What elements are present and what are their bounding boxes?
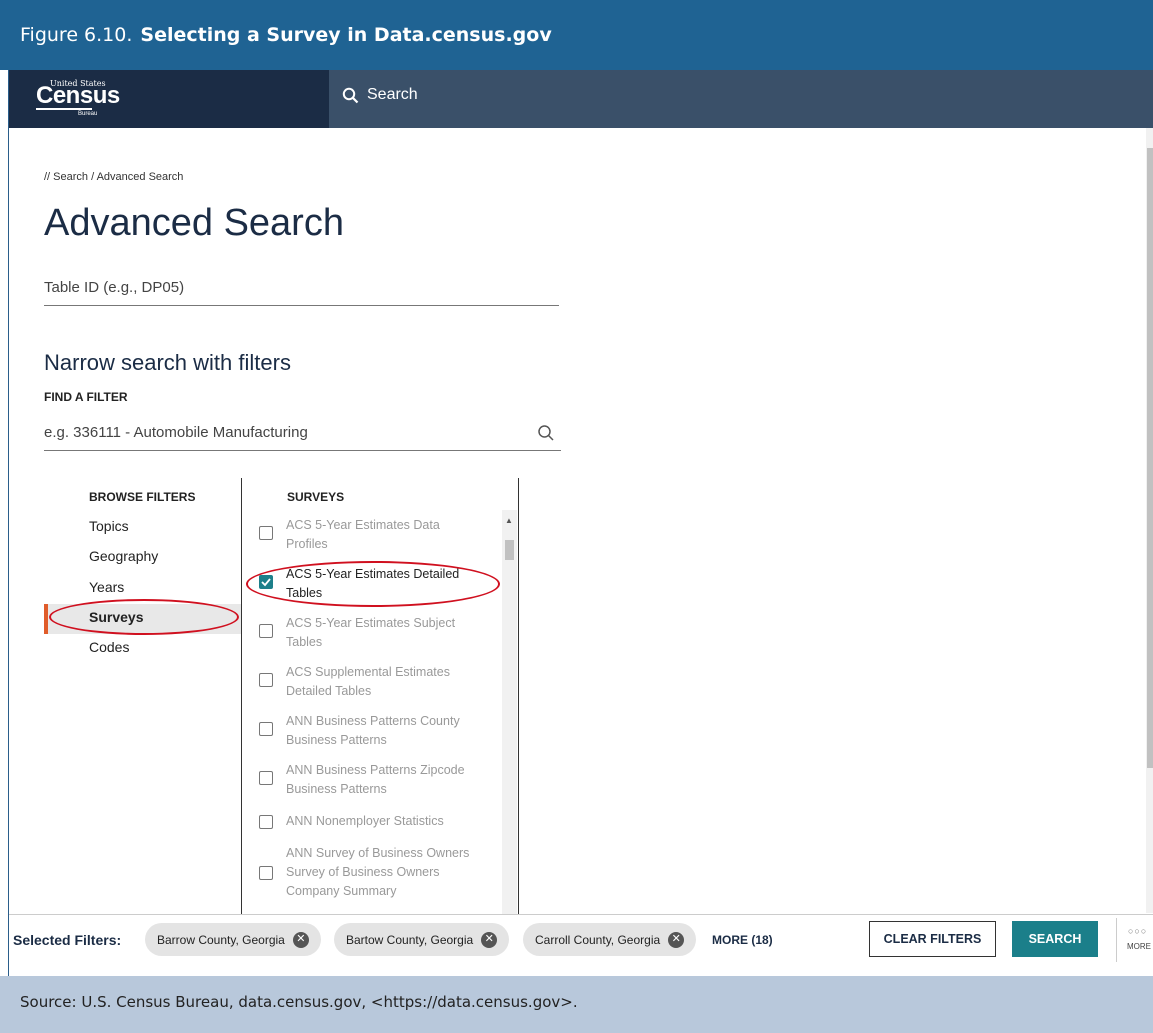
more-menu-label: MORE [1127,942,1151,951]
checkbox[interactable] [259,815,273,829]
breadcrumb[interactable]: // Search / Advanced Search [44,171,183,183]
checkbox[interactable] [259,866,273,880]
checkbox[interactable] [259,722,273,736]
checkbox[interactable] [259,673,273,687]
nav-search-button[interactable]: Search [342,86,418,104]
checkbox[interactable] [259,526,273,540]
survey-label: ANN Business Patterns Zipcode Business P… [286,763,465,796]
filter-chip[interactable]: Carroll County, Georgia ✕ [523,923,697,956]
table-id-input[interactable]: Table ID (e.g., DP05) [44,279,559,306]
browse-item-topics[interactable]: Topics [89,518,129,534]
more-dots-icon: ○○○ [1128,926,1148,936]
scroll-up-icon[interactable]: ▲ [505,516,513,525]
column-divider [241,478,242,914]
survey-label: ANN Business Patterns County Business Pa… [286,714,460,747]
clear-filters-button[interactable]: CLEAR FILTERS [869,921,996,957]
find-filter-label: FIND A FILTER [44,390,128,404]
more-filters-link[interactable]: MORE (18) [712,933,773,947]
source-caption-bar: Source: U.S. Census Bureau, data.census.… [0,976,1153,1033]
chip-label: Carroll County, Georgia [535,932,661,947]
nav-search-label: Search [367,86,418,103]
survey-label: ACS Supplemental Estimates Detailed Tabl… [286,665,450,698]
close-icon[interactable]: ✕ [668,931,685,948]
selected-filters-bar: Selected Filters: Barrow County, Georgia… [9,914,1153,976]
logo-bottom-text: Bureau [78,111,98,117]
surveys-heading: SURVEYS [287,490,345,504]
logo-area: United States Census Bureau [9,70,329,128]
scrollbar-thumb[interactable] [505,540,514,560]
selected-filters-label: Selected Filters: [13,932,122,948]
chip-label: Bartow County, Georgia [346,932,474,947]
checkbox[interactable] [259,624,273,638]
narrow-search-heading: Narrow search with filters [44,350,291,375]
find-filter-placeholder: e.g. 336111 - Automobile Manufacturing [44,424,308,441]
figure-label: Figure 6.10. [20,24,133,46]
figure-caption-bar: Figure 6.10. Selecting a Survey in Data.c… [0,0,1153,70]
scrollbar-thumb[interactable] [1147,148,1153,768]
highlight-oval-detailed-tables [246,561,500,607]
browse-filters-heading: BROWSE FILTERS [89,490,196,504]
figure-title: Selecting a Survey in Data.census.gov [140,24,552,46]
browse-item-geography[interactable]: Geography [89,548,158,564]
chip-label: Barrow County, Georgia [157,932,285,947]
column-divider [518,478,519,914]
source-caption: Source: U.S. Census Bureau, data.census.… [20,993,578,1011]
table-id-placeholder: Table ID (e.g., DP05) [44,279,185,296]
filter-chip[interactable]: Bartow County, Georgia ✕ [334,923,510,956]
filter-chip[interactable]: Barrow County, Georgia ✕ [145,923,321,956]
screenshot-frame: United States Census Bureau Search // Se… [8,70,1153,976]
highlight-oval-surveys [49,599,239,635]
census-logo[interactable]: United States Census Bureau [36,79,120,117]
survey-label: ANN Nonemployer Statistics [286,814,444,828]
figure-caption: Figure 6.10. Selecting a Survey in Data.c… [20,24,552,46]
checkbox[interactable] [259,771,273,785]
close-icon[interactable]: ✕ [292,931,309,948]
find-filter-input[interactable]: e.g. 336111 - Automobile Manufacturing [44,424,561,451]
survey-label: ACS 5-Year Estimates Subject Tables [286,616,456,649]
top-nav: United States Census Bureau Search [9,70,1153,128]
search-icon[interactable] [537,424,555,442]
surveys-scrollbar[interactable]: ▲ [502,510,517,914]
page-title: Advanced Search [44,202,344,244]
logo-main-text: Census [36,82,120,109]
search-button[interactable]: SEARCH [1012,921,1098,957]
survey-label: ACS 5-Year Estimates Data Profiles [286,518,440,551]
survey-label: ANN Survey of Business Owners Survey of … [286,846,470,898]
search-icon [342,87,359,103]
page-scrollbar[interactable] [1146,128,1153,913]
browse-item-codes[interactable]: Codes [89,639,129,655]
close-icon[interactable]: ✕ [481,931,498,948]
more-menu-button[interactable]: ○○○ MORE [1116,918,1153,962]
browse-item-years[interactable]: Years [89,579,124,595]
